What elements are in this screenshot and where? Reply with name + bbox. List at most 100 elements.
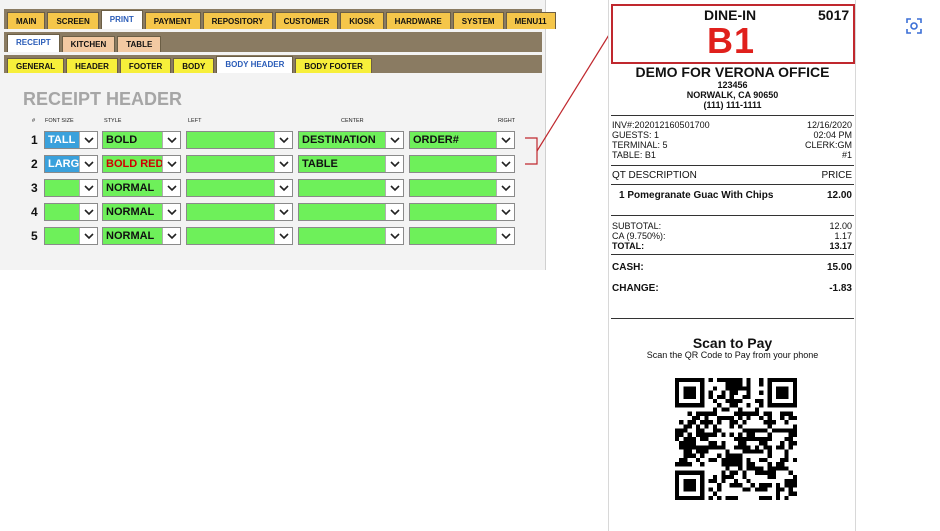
- chevron-down-icon[interactable]: [496, 204, 514, 220]
- chevron-down-icon[interactable]: [162, 132, 180, 148]
- receipt-store-name: DEMO FOR VERONA OFFICE: [635, 64, 830, 80]
- style-select[interactable]: NORMAL: [102, 203, 181, 221]
- section-tab-footer[interactable]: FOOTER: [119, 58, 172, 73]
- font-size-select[interactable]: TALL: [44, 131, 98, 149]
- receipt-item-price: 12.00: [826, 190, 852, 201]
- right-select[interactable]: ORDER#: [409, 131, 515, 149]
- left-select[interactable]: [186, 131, 293, 149]
- chevron-down-icon[interactable]: [79, 228, 97, 244]
- receipt-total: 13.17: [829, 241, 852, 251]
- tab-payment[interactable]: PAYMENT: [144, 12, 201, 29]
- tab-hardware[interactable]: HARDWARE: [385, 12, 451, 29]
- subtab-kitchen[interactable]: KITCHEN: [61, 36, 116, 52]
- chevron-down-icon[interactable]: [79, 204, 97, 220]
- divider: [611, 115, 854, 116]
- settings-panel: MAIN SCREEN PRINT PAYMENT REPOSITORY CUSTOMER…: [0, 0, 556, 270]
- print-tab-bar: RECEIPT KITCHEN TABLE: [4, 32, 542, 52]
- right-select[interactable]: [409, 227, 515, 245]
- receipt-subtotal: 12.00: [829, 221, 852, 231]
- row-number: 2: [31, 157, 38, 171]
- font-size-select[interactable]: [44, 179, 98, 197]
- center-select[interactable]: TABLE: [298, 155, 404, 173]
- receipt-scan-subtitle: Scan the QR Code to Pay from your phone: [646, 350, 819, 360]
- divider: [611, 215, 854, 216]
- receipt-order-number: 5017: [818, 7, 850, 23]
- chevron-down-icon[interactable]: [496, 156, 514, 172]
- section-title: RECEIPT HEADER: [23, 89, 183, 109]
- chevron-down-icon[interactable]: [274, 132, 292, 148]
- chevron-down-icon[interactable]: [496, 228, 514, 244]
- chevron-down-icon[interactable]: [496, 132, 514, 148]
- col-header-center: CENTER: [341, 118, 364, 124]
- chevron-down-icon[interactable]: [162, 180, 180, 196]
- section-tab-general[interactable]: GENERAL: [7, 58, 65, 73]
- col-header-style: STYLE: [104, 118, 122, 124]
- font-size-select[interactable]: LARGE: [44, 155, 98, 173]
- chevron-down-icon[interactable]: [385, 180, 403, 196]
- chevron-down-icon[interactable]: [162, 156, 180, 172]
- tab-repository[interactable]: REPOSITORY: [202, 12, 273, 29]
- chevron-down-icon[interactable]: [274, 156, 292, 172]
- receipt-clerk: CLERK:GM: [804, 140, 852, 150]
- right-select[interactable]: [409, 155, 515, 173]
- receipt-cash: 15.00: [826, 262, 852, 273]
- chevron-down-icon[interactable]: [79, 156, 97, 172]
- left-select[interactable]: [186, 203, 293, 221]
- left-select[interactable]: [186, 155, 293, 173]
- center-select[interactable]: [298, 203, 404, 221]
- receipt-phone: (111) 111-1111: [703, 100, 762, 110]
- receipt-date: 12/16/2020: [806, 120, 852, 130]
- divider: [611, 184, 854, 185]
- highlight-connector: [525, 29, 613, 165]
- font-size-select[interactable]: [44, 227, 98, 245]
- row-number: 5: [31, 229, 38, 243]
- chevron-down-icon[interactable]: [385, 156, 403, 172]
- style-select[interactable]: NORMAL: [102, 227, 181, 245]
- tab-print[interactable]: PRINT: [100, 10, 143, 29]
- chevron-down-icon[interactable]: [274, 204, 292, 220]
- chevron-down-icon[interactable]: [274, 180, 292, 196]
- section-tab-body-header[interactable]: BODY HEADER: [216, 56, 294, 73]
- tab-customer[interactable]: CUSTOMER: [274, 12, 339, 29]
- receipt-tab-bar: GENERAL HEADER FOOTER BODY BODY HEADER BODY F…: [4, 55, 542, 73]
- tab-screen[interactable]: SCREEN: [47, 12, 99, 29]
- chevron-down-icon[interactable]: [162, 228, 180, 244]
- chevron-down-icon[interactable]: [385, 132, 403, 148]
- receipt-change: -1.83: [829, 283, 852, 294]
- receipt-table-large: B1: [707, 20, 756, 61]
- tab-system[interactable]: SYSTEM: [452, 12, 504, 29]
- right-select[interactable]: [409, 203, 515, 221]
- center-select[interactable]: [298, 227, 404, 245]
- chevron-down-icon[interactable]: [496, 180, 514, 196]
- chevron-down-icon[interactable]: [79, 132, 97, 148]
- subtab-receipt[interactable]: RECEIPT: [7, 34, 60, 52]
- style-select[interactable]: NORMAL: [102, 179, 181, 197]
- font-size-select[interactable]: [44, 203, 98, 221]
- lens-icon: [906, 18, 922, 34]
- main-tab-bar: MAIN SCREEN PRINT PAYMENT REPOSITORY CUSTOMER…: [4, 9, 556, 29]
- visual-search-button[interactable]: [900, 12, 928, 40]
- left-select[interactable]: [186, 179, 293, 197]
- center-select[interactable]: DESTINATION: [298, 131, 404, 149]
- section-tab-body-footer[interactable]: BODY FOOTER: [295, 58, 372, 73]
- chevron-down-icon[interactable]: [385, 204, 403, 220]
- section-tab-body[interactable]: BODY: [173, 58, 215, 73]
- receipt-scan-title: Scan to Pay: [692, 335, 773, 351]
- section-tab-header[interactable]: HEADER: [66, 58, 118, 73]
- center-select[interactable]: [298, 179, 404, 197]
- receipt-time: 02:04 PM: [813, 130, 852, 140]
- row-number: 3: [31, 181, 38, 195]
- chevron-down-icon[interactable]: [385, 228, 403, 244]
- subtab-table[interactable]: TABLE: [117, 36, 162, 52]
- style-select[interactable]: BOLD RED: [102, 155, 181, 173]
- tab-kiosk[interactable]: KIOSK: [340, 12, 384, 29]
- receipt-col-price: PRICE: [821, 170, 852, 181]
- left-select[interactable]: [186, 227, 293, 245]
- chevron-down-icon[interactable]: [79, 180, 97, 196]
- right-select[interactable]: [409, 179, 515, 197]
- chevron-down-icon[interactable]: [274, 228, 292, 244]
- style-select[interactable]: BOLD: [102, 131, 181, 149]
- chevron-down-icon[interactable]: [162, 204, 180, 220]
- tab-main[interactable]: MAIN: [7, 12, 46, 29]
- col-header-num: #: [32, 118, 36, 124]
